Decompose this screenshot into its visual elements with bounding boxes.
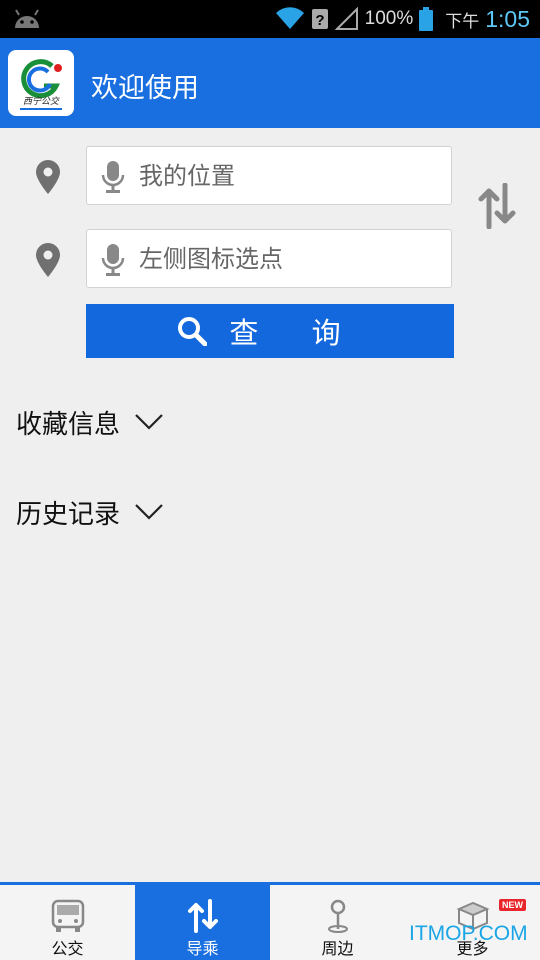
nav-label-bus: 公交 bbox=[51, 939, 84, 958]
new-badge: NEW bbox=[499, 899, 526, 911]
bottom-navigation: 公交 导乘 周边 更多 NEW bbox=[0, 882, 540, 960]
favorites-section-toggle[interactable]: 收藏信息 bbox=[16, 402, 164, 442]
logo-text: 西宁公交 bbox=[23, 96, 60, 107]
svg-text:?: ? bbox=[315, 12, 324, 29]
voice-input-icon[interactable] bbox=[101, 244, 125, 276]
favorites-label: 收藏信息 bbox=[16, 409, 121, 440]
android-icon bbox=[15, 9, 39, 28]
search-icon bbox=[178, 317, 208, 346]
end-location-field[interactable] bbox=[86, 229, 452, 288]
end-location-input[interactable] bbox=[139, 240, 439, 278]
bus-icon bbox=[51, 899, 84, 932]
nearby-pin-icon bbox=[327, 899, 348, 933]
end-pick-pin-icon[interactable] bbox=[36, 243, 60, 277]
route-icon bbox=[187, 899, 218, 933]
battery-percent: 100% bbox=[364, 8, 414, 29]
nav-item-guide[interactable]: 导乘 bbox=[135, 885, 270, 960]
nav-label-guide: 导乘 bbox=[186, 939, 219, 958]
swap-direction-icon[interactable] bbox=[477, 183, 517, 229]
signal-icon bbox=[334, 7, 358, 30]
watermark: ITMOP.COM bbox=[409, 922, 528, 945]
status-bar: ? 100% 下午 1:05 bbox=[0, 0, 540, 38]
start-location-field[interactable] bbox=[86, 146, 452, 205]
chevron-down-icon bbox=[135, 504, 163, 520]
battery-icon bbox=[419, 7, 434, 31]
xining-bus-logo-icon: 西宁公交 bbox=[20, 59, 62, 110]
wifi-icon bbox=[275, 7, 304, 29]
nav-label-nearby: 周边 bbox=[321, 939, 354, 958]
nav-item-nearby[interactable]: 周边 bbox=[270, 885, 405, 960]
time-period: 下午 bbox=[445, 11, 480, 32]
clock: 1:05 bbox=[485, 5, 530, 32]
history-label: 历史记录 bbox=[16, 499, 121, 530]
query-button[interactable]: 查 询 bbox=[86, 304, 454, 358]
app-logo: 西宁公交 bbox=[8, 50, 74, 116]
chevron-down-icon bbox=[135, 414, 163, 430]
start-location-input[interactable] bbox=[139, 157, 439, 195]
page-title: 欢迎使用 bbox=[91, 73, 199, 104]
start-pick-pin-icon[interactable] bbox=[36, 160, 60, 194]
history-section-toggle[interactable]: 历史记录 bbox=[16, 492, 164, 532]
voice-input-icon[interactable] bbox=[101, 161, 125, 193]
query-button-label: 查 询 bbox=[229, 316, 363, 350]
nav-item-bus[interactable]: 公交 bbox=[0, 885, 135, 960]
app-header: 西宁公交 欢迎使用 bbox=[0, 38, 540, 128]
unknown-sim-icon: ? bbox=[311, 9, 328, 29]
